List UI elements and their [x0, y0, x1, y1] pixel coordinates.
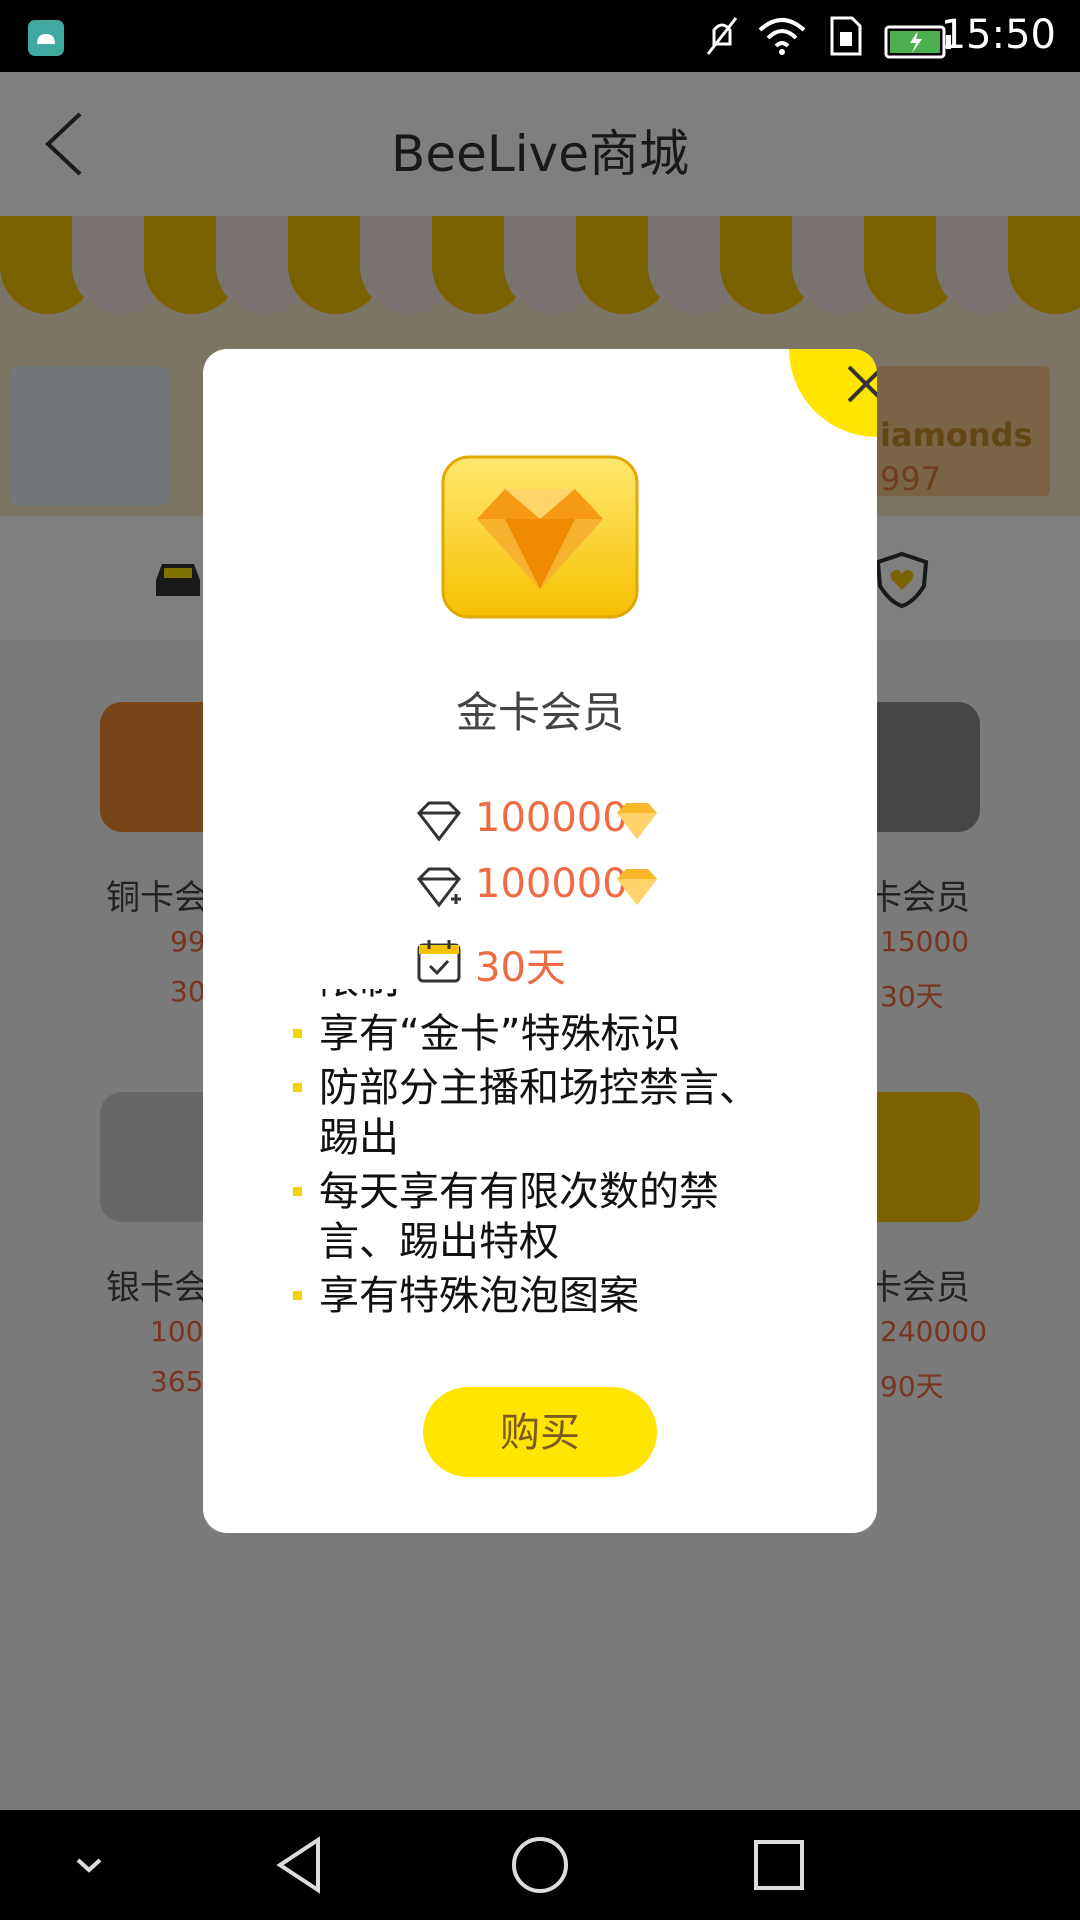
duration-row: 30天	[415, 931, 615, 991]
close-icon[interactable]	[831, 349, 877, 419]
diamond-icon	[417, 801, 461, 842]
bullet	[293, 1187, 302, 1196]
price-value: 100000	[475, 795, 628, 841]
bullet	[293, 1291, 302, 1300]
diamond-renew-icon	[417, 867, 461, 908]
calendar-icon	[417, 940, 461, 983]
android-icon	[28, 20, 64, 56]
benefit-list[interactable]: 限制 享有“金卡”特殊标识 防部分主播和场控禁言、踢出 每天享有有限次数的禁言、…	[293, 989, 793, 1399]
bullet	[293, 1029, 302, 1038]
nav-recents-icon[interactable]	[746, 1832, 812, 1898]
bullet	[293, 1083, 302, 1092]
price-row: 100000	[415, 791, 665, 851]
renew-price-row: 100000	[415, 857, 665, 917]
benefit-item: 享有特殊泡泡图案	[293, 1271, 793, 1321]
nav-collapse-icon[interactable]	[56, 1832, 122, 1898]
status-time: 15:50	[940, 12, 1056, 58]
buy-button[interactable]: 购买	[423, 1387, 657, 1477]
close-button[interactable]	[789, 349, 877, 437]
dialog-title: 金卡会员	[455, 688, 624, 737]
nav-home-icon[interactable]	[507, 1832, 573, 1898]
status-bar: 15:50	[0, 0, 1080, 72]
mute-icon	[706, 17, 738, 55]
benefit-item: 防部分主播和场控禁言、踢出	[293, 1063, 793, 1163]
sim-icon	[830, 16, 862, 56]
gem-icon	[617, 803, 657, 839]
duration-value: 30天	[475, 945, 566, 991]
benefit-item: 每天享有有限次数的禁言、踢出特权	[293, 1167, 793, 1267]
gem-icon	[617, 869, 657, 905]
benefit-item: 限制	[293, 989, 793, 1005]
gold-diamond-icon	[441, 455, 639, 619]
membership-dialog: 金卡会员 100000 100000 30天 享有“金卡”特殊标识 防部分主播和…	[203, 349, 877, 1533]
nav-back-icon[interactable]	[268, 1832, 334, 1898]
wifi-icon	[758, 18, 806, 55]
navigation-bar	[0, 1810, 1080, 1920]
benefit-item: 享有“金卡”特殊标识	[293, 1009, 793, 1059]
renew-price-value: 100000	[475, 861, 628, 907]
